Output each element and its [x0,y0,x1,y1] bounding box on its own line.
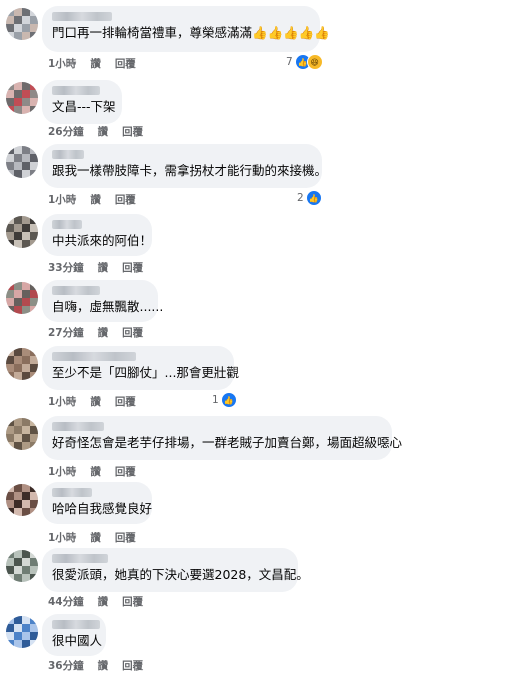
reply-button[interactable]: 回覆 [115,466,136,478]
comment-actions: 1小時 讚 回覆 [48,56,150,71]
comment-bubble: 很愛派頭，她真的下決心要選2028，文昌配。 [42,548,309,592]
comment-actions: 26分鐘 讚 回覆 [48,124,157,139]
like-button[interactable]: 讚 [98,262,109,274]
comment-text: 門口再一排輪椅當禮車，尊榮感滿滿👍👍👍👍👍 [52,25,330,40]
reply-button[interactable]: 回覆 [115,194,136,206]
comment-text: 文昌---下架 [52,99,116,114]
reaction-count: 1 [212,394,219,406]
comment-timestamp[interactable]: 1小時 [48,466,76,478]
comment-actions: 1小時 讚 回覆 [48,192,150,207]
commenter-name-blurred[interactable] [52,150,84,159]
like-button[interactable]: 讚 [90,194,101,206]
commenter-name-blurred[interactable] [52,86,100,95]
comment-timestamp[interactable]: 36分鐘 [48,660,84,672]
commenter-name-blurred[interactable] [52,488,92,497]
comment-bubble: 很中國人 [42,614,106,656]
comment-timestamp[interactable]: 1小時 [48,396,76,408]
reply-button[interactable]: 回覆 [122,596,143,608]
comment-actions: 1小時 讚 回覆 [48,394,150,409]
like-icon: 👍 [220,392,237,408]
comment-timestamp[interactable]: 1小時 [48,194,76,206]
avatar[interactable] [6,418,38,450]
reaction-summary[interactable]: 2 👍 [297,190,322,206]
commenter-name-blurred[interactable] [52,220,82,229]
comment-text: 哈哈自我感覺良好 [52,501,153,516]
commenter-name-blurred[interactable] [52,352,136,361]
reaction-summary[interactable]: 7 👍 😆 [286,54,323,70]
comment-bubble: 至少不是「四腳仗」...那會更壯觀 [42,346,239,390]
reply-button[interactable]: 回覆 [115,396,136,408]
comment-actions: 36分鐘 讚 回覆 [48,658,157,673]
comment-timestamp[interactable]: 1小時 [48,532,76,544]
comment-timestamp[interactable]: 33分鐘 [48,262,84,274]
comment-text: 自嗨，虛無飄散...... [52,299,164,314]
avatar[interactable] [6,550,38,582]
avatar[interactable] [6,484,38,516]
comment-text: 很愛派頭，她真的下決心要選2028，文昌配。 [52,567,309,582]
comment-actions: 33分鐘 讚 回覆 [48,260,157,275]
like-button[interactable]: 讚 [98,596,109,608]
comment-bubble: 自嗨，虛無飄散...... [42,280,164,322]
comment-timestamp[interactable]: 1小時 [48,58,76,70]
avatar[interactable] [6,146,38,178]
commenter-name-blurred[interactable] [52,12,112,21]
reaction-count: 7 [286,56,293,68]
reply-button[interactable]: 回覆 [122,262,143,274]
avatar[interactable] [6,616,38,648]
haha-icon: 😆 [306,54,323,70]
comment-bubble: 中共派來的阿伯！ [42,214,152,256]
reply-button[interactable]: 回覆 [122,327,143,339]
commenter-name-blurred[interactable] [52,286,100,295]
avatar[interactable] [6,8,38,40]
like-button[interactable]: 讚 [90,58,101,70]
like-button[interactable]: 讚 [98,327,109,339]
avatar[interactable] [6,282,38,314]
like-button[interactable]: 讚 [90,396,101,408]
reply-button[interactable]: 回覆 [122,660,143,672]
avatar[interactable] [6,216,38,248]
reaction-count: 2 [297,192,304,204]
avatar[interactable] [6,348,38,380]
comment-actions: 1小時 讚 回覆 [48,464,150,479]
like-button[interactable]: 讚 [90,532,101,544]
like-icon: 👍 [305,190,322,206]
comment-timestamp[interactable]: 27分鐘 [48,327,84,339]
comment-text: 好奇怪怎會是老芋仔排場，一群老賊子加賣台鄭，場面超級噁心 [52,435,403,450]
avatar[interactable] [6,82,38,114]
comment-bubble: 門口再一排輪椅當禮車，尊榮感滿滿👍👍👍👍👍 [42,6,330,52]
comment-text: 很中國人 [52,633,103,648]
commenter-name-blurred[interactable] [52,422,104,431]
like-button[interactable]: 讚 [98,126,109,138]
reply-button[interactable]: 回覆 [122,126,143,138]
like-button[interactable]: 讚 [98,660,109,672]
comment-bubble: 文昌---下架 [42,80,122,124]
comment-actions: 27分鐘 讚 回覆 [48,325,157,340]
reply-button[interactable]: 回覆 [115,58,136,70]
comment-text: 中共派來的阿伯！ [52,233,153,248]
comment-timestamp[interactable]: 26分鐘 [48,126,84,138]
commenter-name-blurred[interactable] [52,620,100,629]
reaction-summary[interactable]: 1 👍 [212,392,237,408]
commenter-name-blurred[interactable] [52,554,108,563]
comment-text: 跟我一樣帶肢障卡，需拿拐杖才能行動的來接機。 [52,163,328,178]
comment-bubble: 好奇怪怎會是老芋仔排場，一群老賊子加賣台鄭，場面超級噁心 [42,416,403,460]
comment-bubble: 哈哈自我感覺良好 [42,482,152,524]
comment-bubble: 跟我一樣帶肢障卡，需拿拐杖才能行動的來接機。 [42,144,328,188]
like-button[interactable]: 讚 [90,466,101,478]
reply-button[interactable]: 回覆 [115,532,136,544]
comment-actions: 44分鐘 讚 回覆 [48,594,157,609]
comment-text: 至少不是「四腳仗」...那會更壯觀 [52,365,239,380]
comment-timestamp[interactable]: 44分鐘 [48,596,84,608]
comment-actions: 1小時 讚 回覆 [48,530,150,545]
